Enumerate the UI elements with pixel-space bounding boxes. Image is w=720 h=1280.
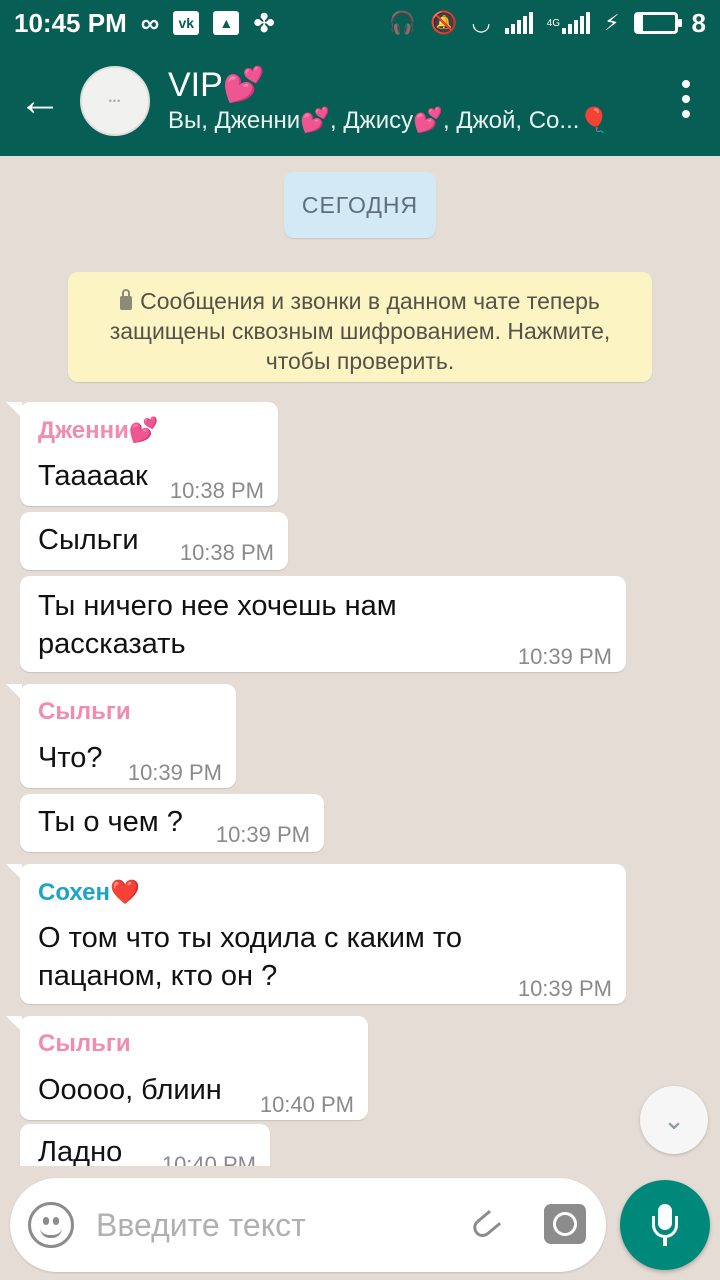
- message-time: 10:39 PM: [127, 760, 222, 785]
- wifi-icon: ◡: [471, 10, 491, 35]
- mute-icon: 🔕: [430, 10, 458, 35]
- message-time: 10:39 PM: [215, 822, 310, 847]
- message-sender: Сыльги: [38, 698, 131, 725]
- message-bubble[interactable]: Сохен❤️ О том что ты ходила с каким то п…: [6, 864, 626, 1004]
- message-text: Сыльги: [38, 524, 139, 556]
- message-time: 10:39 PM: [517, 976, 612, 1001]
- message-time: 10:40 PM: [161, 1152, 256, 1166]
- share-icon: ✤: [253, 7, 276, 38]
- message-time: 10:38 PM: [179, 540, 274, 565]
- message-bubble[interactable]: Ты ничего нее хочешь нам рассказать 10:3…: [20, 576, 626, 672]
- message-text-line-2: рассказать: [38, 628, 186, 660]
- message-text-line-1: О том что ты ходила с каким то: [38, 922, 462, 954]
- message-sender: Сохен❤️: [38, 879, 140, 906]
- message-text-line-2: пацаном, кто он ?: [38, 960, 278, 992]
- message-bubble[interactable]: Дженни💕 Тааааак 10:38 PM: [6, 402, 278, 506]
- message-bubble[interactable]: Ладно 10:40 PM: [20, 1124, 270, 1166]
- chevron-double-down-icon: ⌄: [663, 1104, 685, 1135]
- message-sender: Дженни💕: [38, 417, 159, 444]
- scroll-down-button[interactable]: ⌄: [640, 1086, 708, 1154]
- message-bubble[interactable]: Сыльги Что? 10:39 PM: [6, 684, 236, 788]
- message-text: Ты о чем ?: [38, 806, 183, 838]
- vk-icon: vk: [173, 11, 200, 35]
- chat-area: СЕГОДНЯ Сообщения и звонки в данном чате…: [0, 156, 720, 1166]
- message-bubble[interactable]: Сыльги 10:38 PM: [20, 512, 288, 570]
- message-text: Ооооо, блиин: [38, 1074, 222, 1106]
- message-time: 10:39 PM: [517, 644, 612, 669]
- status-time: 10:45 PM: [14, 7, 127, 38]
- microphone-icon-cup: [652, 1216, 678, 1238]
- image-icon: ▲: [213, 11, 240, 35]
- more-vert-icon[interactable]: [682, 80, 690, 118]
- charging-icon: ⚡: [604, 10, 620, 35]
- message-bubble[interactable]: Сыльги Ооооо, блиин 10:40 PM: [6, 1016, 368, 1120]
- message-text-line-1: Ты ничего нее хочешь нам: [38, 590, 397, 622]
- headset-icon: 🎧: [388, 10, 417, 35]
- battery-icon: [633, 12, 682, 34]
- message-composer: ⊂: [10, 1178, 606, 1272]
- chat-participants: Вы, Дженни💕, Джису💕, Джой, Со...🎈: [168, 107, 610, 134]
- chat-header: ← ••• VIP💕 Вы, Дженни💕, Джису💕, Джой, Со…: [0, 46, 720, 156]
- date-divider: СЕГОДНЯ: [284, 172, 436, 238]
- message-time: 10:40 PM: [259, 1092, 354, 1117]
- microphone-icon-stem: [663, 1238, 667, 1246]
- message-text: Ладно: [38, 1136, 123, 1166]
- status-bar: 10:45 PM ∞ vk ▲ ✤ 🎧 🔕 ◡ 4G ⚡ 8: [0, 0, 720, 46]
- emoji-icon[interactable]: [28, 1202, 74, 1248]
- encryption-text: Сообщения и звонки в данном чате теперь …: [109, 288, 611, 374]
- signal-icon-2: [562, 12, 591, 34]
- message-bubble[interactable]: Ты о чем ? 10:39 PM: [20, 794, 324, 852]
- chat-title: VIP💕: [168, 66, 266, 104]
- camera-icon[interactable]: [544, 1204, 586, 1244]
- signal-icon: [504, 12, 533, 34]
- lock-icon: [120, 289, 133, 310]
- chat-title-block[interactable]: VIP💕 Вы, Дженни💕, Джису💕, Джой, Со...🎈: [168, 65, 628, 137]
- arrow-left-icon[interactable]: ←: [0, 46, 80, 156]
- message-text: Тааааак: [38, 460, 148, 492]
- battery-level: 8: [691, 7, 706, 38]
- group-avatar[interactable]: •••: [80, 66, 150, 136]
- message-input[interactable]: [96, 1200, 436, 1250]
- message-text: Что?: [38, 742, 103, 774]
- microphone-button[interactable]: [620, 1180, 710, 1270]
- network-type-label: 4G: [546, 17, 561, 29]
- message-time: 10:38 PM: [169, 478, 264, 503]
- message-sender: Сыльги: [38, 1030, 131, 1057]
- encryption-notice[interactable]: Сообщения и звонки в данном чате теперь …: [68, 272, 652, 382]
- infinity-icon: ∞: [140, 7, 160, 38]
- paperclip-icon[interactable]: ⊂: [453, 1193, 518, 1258]
